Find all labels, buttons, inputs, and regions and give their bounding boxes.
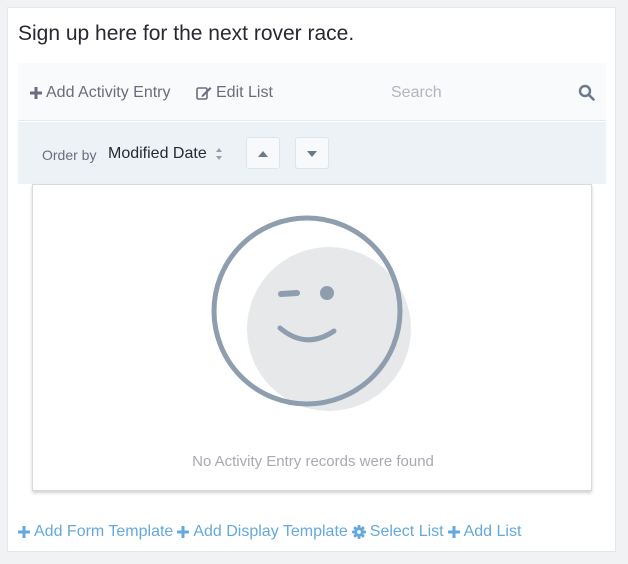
add-display-template-label: Add Display Template — [193, 523, 348, 540]
add-form-template-label: Add Form Template — [34, 523, 174, 540]
add-activity-entry-label: Add Activity Entry — [46, 84, 171, 101]
gear-icon — [351, 525, 366, 539]
portlet: Sign up here for the next rover race. Ad… — [7, 7, 616, 552]
add-list-link[interactable]: Add List — [447, 523, 522, 541]
search-icon[interactable] — [578, 84, 596, 102]
winking-face-icon — [211, 215, 416, 421]
add-list-label: Add List — [463, 523, 522, 540]
empty-state-card: No Activity Entry records were found — [32, 184, 592, 491]
sort-ascending-button[interactable] — [246, 137, 280, 169]
sort-icon — [215, 147, 223, 161]
empty-message: No Activity Entry records were found — [192, 453, 434, 470]
plus-icon — [30, 87, 42, 99]
plus-icon — [177, 526, 190, 538]
caret-up-icon — [258, 144, 268, 162]
order-by-value: Modified Date — [108, 145, 207, 162]
sort-descending-button[interactable] — [295, 137, 329, 169]
portlet-footer: Add Form Template Add Display Template S… — [18, 523, 525, 541]
add-display-template-link[interactable]: Add Display Template — [177, 523, 348, 541]
add-activity-entry-link[interactable]: Add Activity Entry — [30, 84, 171, 102]
portlet-title: Sign up here for the next rover race. — [18, 22, 355, 45]
edit-icon — [196, 86, 212, 100]
plus-icon — [447, 526, 460, 538]
select-list-link[interactable]: Select List — [351, 523, 444, 541]
edit-list-label: Edit List — [216, 84, 273, 101]
order-by-select[interactable]: Modified Date — [108, 143, 223, 165]
add-form-template-link[interactable]: Add Form Template — [18, 523, 173, 541]
search-box — [388, 75, 600, 111]
management-toolbar: Add Activity Entry Edit List — [18, 63, 606, 121]
order-by-label: Order by — [42, 147, 97, 163]
order-bar: Order by Modified Date — [18, 122, 606, 184]
caret-down-icon — [307, 144, 317, 162]
select-list-label: Select List — [369, 523, 444, 540]
edit-list-link[interactable]: Edit List — [196, 84, 273, 102]
search-input[interactable] — [388, 75, 568, 111]
plus-icon — [18, 526, 30, 538]
